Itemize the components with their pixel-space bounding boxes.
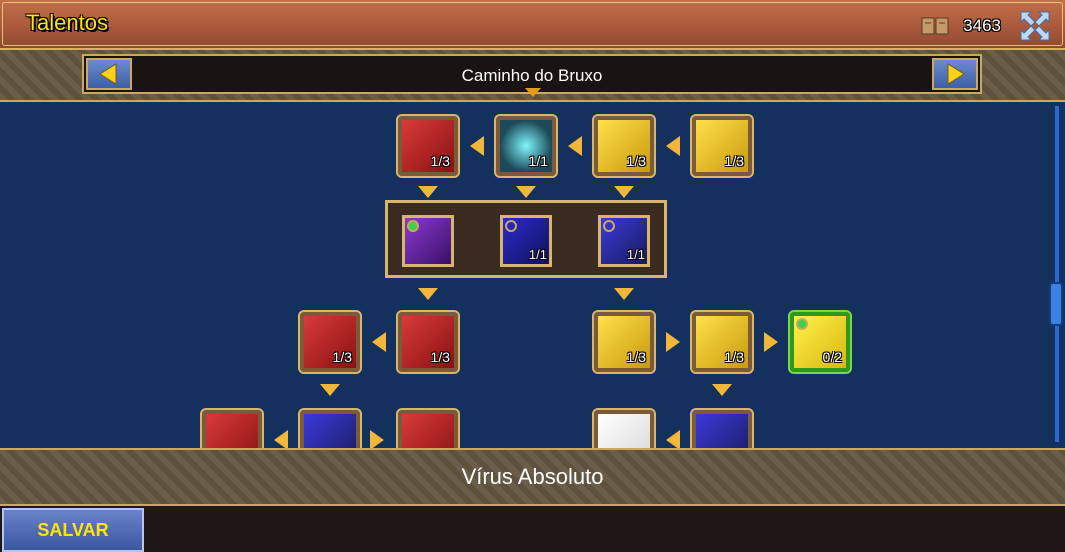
arrow-down-icon [418,282,438,302]
talent-choice-slot[interactable]: 1/1 [500,215,552,267]
talent-level: 1/1 [626,247,645,262]
page-title: Talentos [26,10,108,35]
selected-talent-name: Vírus Absoluto [461,464,604,489]
talent-node[interactable]: 1/3 [298,310,362,374]
scrollbar[interactable] [1055,106,1059,442]
arrow-down-icon [320,378,340,398]
talent-level: 0/2 [822,349,842,365]
talent-node[interactable]: 1/3 [396,114,460,178]
talent-level: 1/3 [626,349,646,365]
talent-node[interactable] [592,408,656,448]
unselected-dot-icon [505,220,517,232]
path-indicator-icon [525,88,541,97]
arrow-down-icon [712,378,732,398]
arrow-down-icon [614,282,634,302]
talent-node[interactable]: 1/3 [396,310,460,374]
arrow-right-icon [760,332,780,352]
title-bar: Talentos 3463 [0,0,1065,50]
talent-node[interactable] [298,408,362,448]
arrow-left-icon [370,332,390,352]
talent-node[interactable]: 1/3 [592,310,656,374]
bottom-bar: SALVAR [0,506,1065,552]
talent-node[interactable]: 1/3 [690,114,754,178]
talent-tree: 1/3 1/1 1/3 1/3 1/1 1/1 1/3 1/3 1/3 1/3 … [0,102,1065,448]
talent-node[interactable]: 0/2 [788,310,852,374]
talent-choice-slot[interactable] [402,215,454,267]
talent-level: 1/3 [332,349,352,365]
arrow-down-icon [418,180,438,200]
arrow-left-icon [566,136,586,156]
talent-level: 1/3 [430,349,450,365]
talent-choice-group: 1/1 1/1 [385,200,667,278]
unselected-dot-icon [603,220,615,232]
talent-node[interactable]: 1/3 [690,310,754,374]
talent-level: 1/3 [724,349,744,365]
arrow-left-icon [664,430,684,448]
available-dot-icon [796,318,808,330]
talent-points: 3463 [963,16,1001,35]
arrow-down-icon [516,180,536,200]
arrow-right-icon [662,332,682,352]
talent-level: 1/3 [626,153,646,169]
path-name: Caminho do Bruxo [461,66,603,85]
talent-node[interactable]: 1/3 [592,114,656,178]
selected-dot-icon [407,220,419,232]
talent-level: 1/3 [724,153,744,169]
save-button[interactable]: SALVAR [2,508,144,552]
talent-node[interactable] [396,408,460,448]
talent-info-panel: Vírus Absoluto [0,448,1065,506]
arrow-right-icon [366,430,386,448]
next-path-button[interactable] [932,58,978,90]
book-icon [921,17,949,35]
talent-level: 1/1 [528,153,548,169]
talent-level: 1/3 [430,153,450,169]
talent-choice-slot[interactable]: 1/1 [598,215,650,267]
talent-level: 1/1 [528,247,547,262]
talent-node[interactable] [690,408,754,448]
arrow-left-icon [272,430,292,448]
talent-node[interactable]: 1/1 [494,114,558,178]
arrow-down-icon [614,180,634,200]
arrow-left-icon [468,136,488,156]
arrow-left-icon [664,136,684,156]
arrow-right-icon [947,63,965,85]
close-icon[interactable] [1017,8,1053,44]
scrollbar-thumb[interactable] [1049,282,1063,326]
talent-node[interactable] [200,408,264,448]
